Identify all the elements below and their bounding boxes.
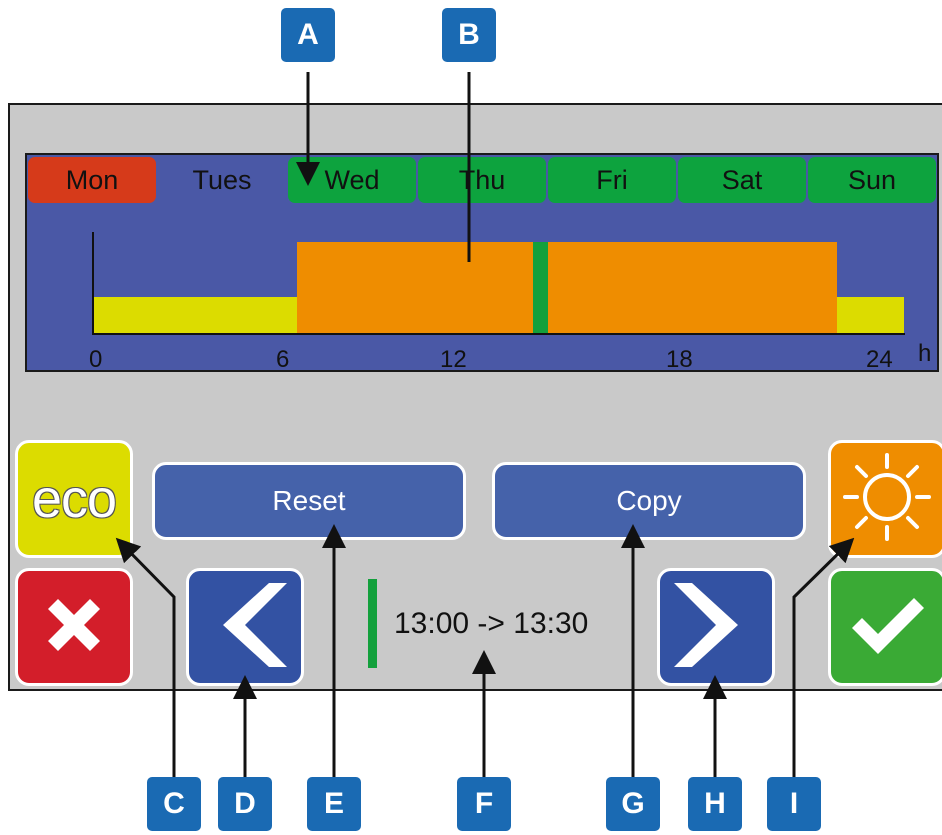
callout-leader-lines [115, 72, 855, 792]
callout-f: F [457, 777, 511, 831]
leader-c [115, 537, 176, 792]
callout-i: I [767, 777, 821, 831]
callout-a: A [281, 8, 335, 62]
callout-h: H [688, 777, 742, 831]
callout-d: D [218, 777, 272, 831]
leader-i [792, 537, 855, 792]
callout-e: E [307, 777, 361, 831]
callout-b: B [442, 8, 496, 62]
callout-g: G [606, 777, 660, 831]
callout-c: C [147, 777, 201, 831]
